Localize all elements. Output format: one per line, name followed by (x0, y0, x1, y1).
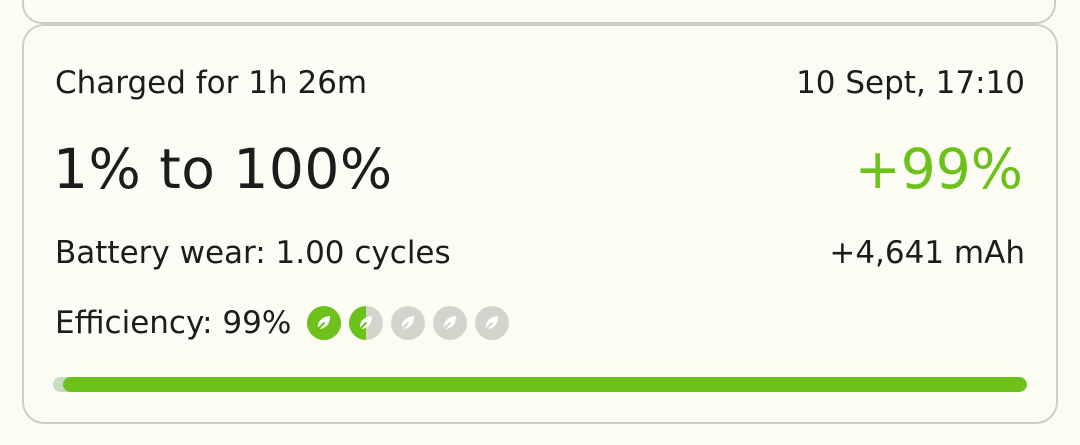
efficiency-row: Efficiency: 99% (55, 303, 517, 343)
charge-date: 10 Sept, 17:10 (796, 65, 1025, 101)
charge-capacity: +4,641 mAh (829, 235, 1025, 271)
leaf-icon (433, 306, 468, 340)
leaf-icon (307, 306, 342, 340)
charge-session-card[interactable]: Charged for 1h 26m 10 Sept, 17:10 1% to … (22, 24, 1058, 424)
efficiency-label: Efficiency: 99% (55, 304, 292, 341)
charge-range: 1% to 100% (53, 137, 393, 201)
previous-session-card[interactable] (22, 0, 1056, 24)
charge-delta: +99% (854, 137, 1023, 201)
charge-duration: Charged for 1h 26m (55, 65, 368, 101)
leaf-icon (349, 306, 384, 340)
battery-wear: Battery wear: 1.00 cycles (55, 235, 451, 271)
charge-progress-bar (53, 377, 1027, 392)
charge-progress-fill (62, 377, 1027, 392)
leaf-icon (391, 306, 426, 340)
leaf-icon (475, 306, 510, 340)
efficiency-rating (307, 306, 517, 340)
